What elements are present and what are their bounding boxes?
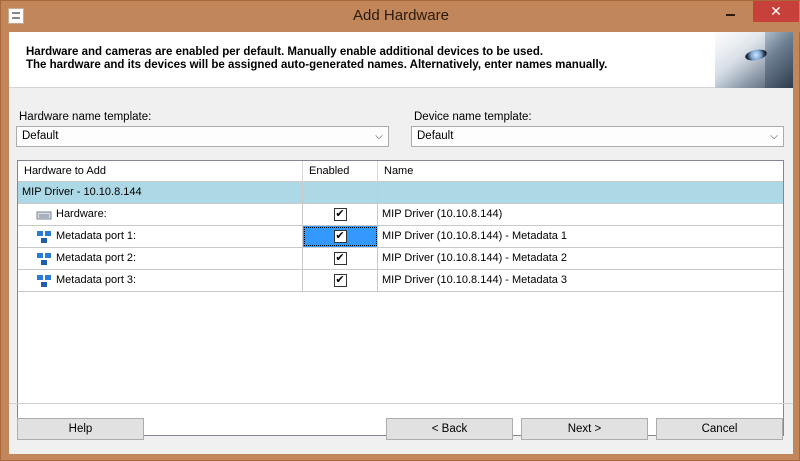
window-title: Add Hardware	[353, 7, 449, 24]
logo-fur	[715, 32, 765, 88]
table-row[interactable]: Metadata port 3: ✔ MIP Driver (10.10.8.1…	[18, 270, 783, 292]
metadata-icon	[37, 274, 51, 287]
name-cell[interactable]: MIP Driver (10.10.8.144) - Metadata 3	[378, 270, 783, 291]
wolf-logo-image	[715, 32, 793, 88]
chevron-down-icon: ⌵	[375, 131, 383, 142]
group-row[interactable]: MIP Driver - 10.10.8.144	[18, 182, 783, 204]
enabled-cell[interactable]: ✔	[303, 270, 378, 291]
name-cell[interactable]: MIP Driver (10.10.8.144)	[378, 204, 783, 225]
enabled-checkbox[interactable]: ✔	[333, 208, 347, 221]
cancel-button[interactable]: Cancel	[656, 418, 783, 440]
banner-text: Hardware and cameras are enabled per def…	[26, 46, 607, 72]
minimize-button[interactable]	[717, 1, 744, 22]
name-cell[interactable]: MIP Driver (10.10.8.144) - Metadata 2	[378, 248, 783, 269]
enabled-checkbox[interactable]: ✔	[333, 274, 347, 287]
table-row[interactable]: Hardware: ✔ MIP Driver (10.10.8.144)	[18, 204, 783, 226]
close-icon: ✕	[770, 3, 782, 19]
check-icon: ✔	[335, 208, 345, 220]
group-enabled-cell	[303, 182, 378, 203]
minimize-icon	[726, 13, 735, 16]
device-name-template-value: Default	[417, 130, 454, 142]
row-label: Metadata port 2:	[56, 252, 137, 264]
column-header-hardware[interactable]: Hardware to Add	[18, 161, 303, 182]
enabled-cell[interactable]: ✔	[303, 226, 378, 247]
hardware-grid[interactable]: Hardware to Add Enabled Name MIP Driver …	[17, 160, 784, 436]
hardware-icon	[36, 211, 52, 219]
row-label: Hardware:	[56, 208, 107, 220]
column-header-enabled[interactable]: Enabled	[303, 161, 378, 182]
chevron-down-icon: ⌵	[770, 131, 778, 142]
grid-header: Hardware to Add Enabled Name	[18, 161, 783, 182]
group-name-cell	[378, 182, 783, 203]
next-button[interactable]: Next >	[521, 418, 648, 440]
enabled-checkbox[interactable]: ✔	[333, 230, 347, 243]
header-banner: Hardware and cameras are enabled per def…	[9, 32, 793, 88]
metadata-icon	[37, 230, 51, 243]
device-name-template-label: Device name template:	[414, 111, 532, 123]
add-hardware-window: Add Hardware ✕ Hardware and cameras are …	[0, 0, 800, 461]
table-row[interactable]: Metadata port 2: ✔ MIP Driver (10.10.8.1…	[18, 248, 783, 270]
row-label-cell: Metadata port 2:	[18, 248, 303, 269]
banner-line-1: Hardware and cameras are enabled per def…	[26, 46, 544, 58]
table-row[interactable]: Metadata port 1: ✔ MIP Driver (10.10.8.1…	[18, 226, 783, 248]
device-name-template-select[interactable]: Default ⌵	[411, 126, 784, 147]
row-label-cell: Metadata port 3:	[18, 270, 303, 291]
enabled-cell[interactable]: ✔	[303, 248, 378, 269]
row-label: Metadata port 1:	[56, 230, 137, 242]
title-bar[interactable]: Add Hardware ✕	[1, 1, 800, 32]
hardware-name-template-value: Default	[22, 130, 59, 142]
help-button[interactable]: Help	[17, 418, 144, 440]
banner-line-2: The hardware and its devices will be ass…	[26, 59, 608, 71]
back-button[interactable]: < Back	[386, 418, 513, 440]
enabled-cell[interactable]: ✔	[303, 204, 378, 225]
column-header-name[interactable]: Name	[378, 161, 783, 182]
hardware-name-template-select[interactable]: Default ⌵	[16, 126, 389, 147]
check-icon: ✔	[335, 274, 345, 286]
row-label-cell: Metadata port 1:	[18, 226, 303, 247]
name-cell[interactable]: MIP Driver (10.10.8.144) - Metadata 1	[378, 226, 783, 247]
hardware-name-template-label: Hardware name template:	[19, 111, 152, 123]
metadata-icon	[37, 252, 51, 265]
row-label-cell: Hardware:	[18, 204, 303, 225]
check-icon: ✔	[335, 252, 345, 264]
close-button[interactable]: ✕	[753, 1, 799, 22]
dialog-body: Hardware and cameras are enabled per def…	[9, 32, 793, 454]
group-label: MIP Driver - 10.10.8.144	[18, 182, 303, 203]
row-label: Metadata port 3:	[56, 274, 137, 286]
enabled-checkbox[interactable]: ✔	[333, 252, 347, 265]
footer-divider	[9, 403, 793, 404]
check-icon: ✔	[335, 230, 345, 242]
